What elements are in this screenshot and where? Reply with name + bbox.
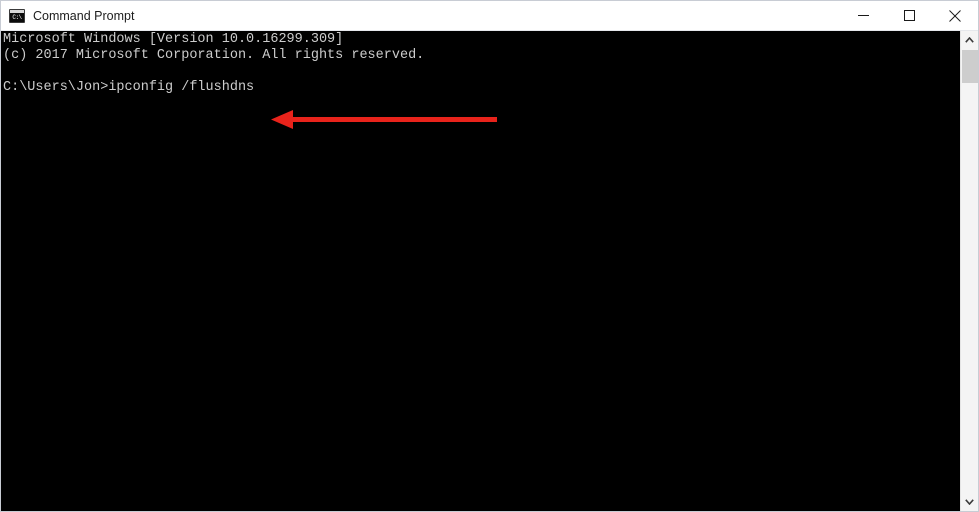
window-controls [840, 1, 978, 30]
command-prompt-icon: C:\ [9, 8, 25, 23]
console-output-area[interactable]: Microsoft Windows [Version 10.0.16299.30… [1, 31, 960, 511]
minimize-button[interactable] [840, 1, 886, 30]
scrollbar-thumb[interactable] [962, 50, 978, 83]
window-titlebar[interactable]: C:\ Command Prompt [1, 1, 978, 31]
close-button[interactable] [932, 1, 978, 30]
console-scrollbar[interactable] [960, 31, 978, 511]
window-title: Command Prompt [33, 8, 135, 23]
scroll-down-arrow[interactable] [961, 493, 978, 511]
scrollbar-track[interactable] [962, 83, 978, 493]
console-text: Microsoft Windows [Version 10.0.16299.30… [3, 32, 425, 95]
maximize-button[interactable] [886, 1, 932, 30]
app-icon-glyph: C:\ [12, 13, 22, 21]
command-prompt-window: C:\ Command Prompt Microsoft Windows [Ve… [0, 0, 979, 512]
scroll-up-arrow[interactable] [961, 31, 978, 49]
red-annotation-arrow [271, 110, 497, 129]
